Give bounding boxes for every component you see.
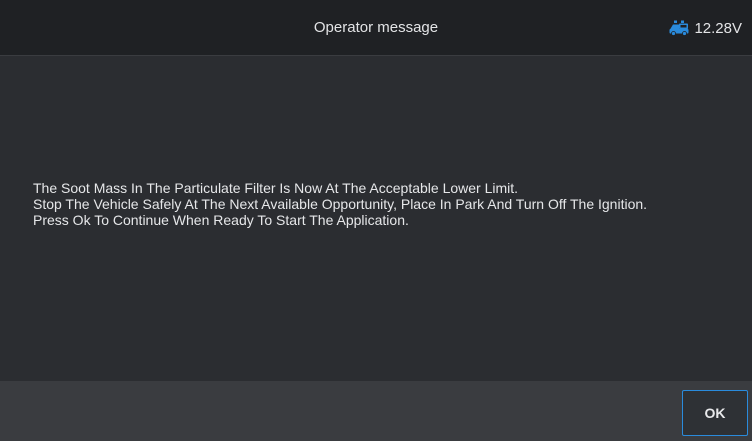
page-title: Operator message [313,19,439,36]
message-line: Stop The Vehicle Safely At The Next Avai… [33,196,648,212]
operator-message-text: The Soot Mass In The Particulate Filter … [33,180,712,228]
battery-voltage: 12.28V [694,19,742,37]
ok-button[interactable]: OK [682,390,748,436]
battery-status: 12.28V [669,0,742,56]
operator-message-screen: Operator message 12.28V The Soot Mass In… [0,0,752,441]
message-line: Press Ok To Continue When Ready To Start… [33,212,409,228]
car-battery-icon [669,20,689,36]
footer-bar: OK [0,381,752,441]
header-bar: Operator message 12.28V [0,0,752,56]
message-line: The Soot Mass In The Particulate Filter … [33,180,519,196]
message-area: The Soot Mass In The Particulate Filter … [0,56,752,381]
